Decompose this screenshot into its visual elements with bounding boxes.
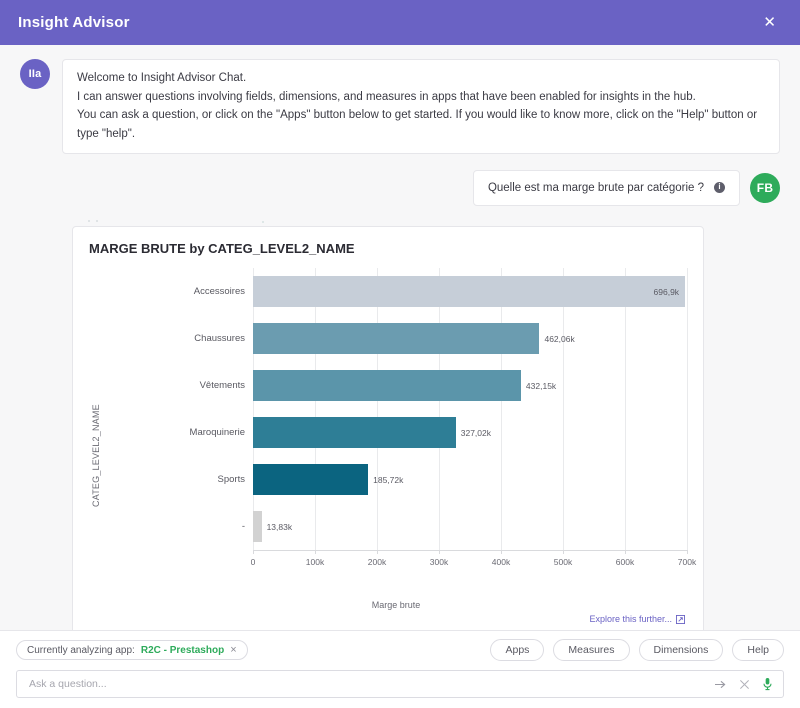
chart-bar-track: 327,02k: [253, 409, 687, 456]
chart-bar[interactable]: [253, 417, 456, 449]
chart-bar[interactable]: 696,9k: [253, 276, 686, 308]
microphone-icon[interactable]: [762, 677, 773, 691]
bot-avatar-label: IIa: [28, 68, 42, 80]
info-icon[interactable]: i: [714, 182, 725, 194]
chart-bar-row[interactable]: Maroquinerie 327,02k: [105, 409, 687, 456]
apps-button[interactable]: Apps: [490, 639, 545, 661]
chart-axis-tick: [625, 550, 626, 555]
bottom-toolbar-top-row: Currently analyzing app: R2C - Prestasho…: [16, 639, 784, 661]
mic-icon: [763, 678, 772, 691]
welcome-line-3: You can ask a question, or click on the …: [77, 109, 758, 140]
chart-axis-tick: [315, 550, 316, 555]
chart-axis-left-pad: [105, 550, 253, 580]
chart-axis-tick-label: 500k: [553, 557, 573, 568]
chart-bars-container: Accessoires 696,9k Chaussures 462,06k Vêteme…: [105, 268, 688, 551]
chart-x-axis-ticks: 0 100k 200k 300k 400k 500k 600k 700k: [250, 550, 696, 580]
chart-bar[interactable]: [253, 370, 521, 402]
close-icon: [740, 679, 749, 689]
chart-bar-track: 13,83k: [253, 503, 687, 550]
chart-bar-row[interactable]: - 13,83k: [105, 503, 687, 550]
chart-axis-tick-label: 0: [250, 557, 256, 568]
measures-button[interactable]: Measures: [553, 639, 630, 661]
chart-bar-row[interactable]: Chaussures 462,06k: [105, 315, 687, 362]
chart-card: MARGE BRUTE by CATEG_LEVEL2_NAME CATEG_L…: [72, 226, 704, 630]
chart-axis-tick: [501, 550, 502, 555]
chart-axis-tick-label: 600k: [615, 557, 635, 568]
chart-bar-track: 696,9k: [253, 268, 687, 315]
chart-bar-row[interactable]: Sports 185,72k: [105, 456, 687, 503]
user-avatar: FB: [750, 172, 780, 203]
chart-bar-track: 432,15k: [253, 362, 687, 409]
chart-axis-tick-label: 400k: [491, 557, 511, 568]
chart-axis-tick: [563, 550, 564, 555]
chart-plot-body: Accessoires 696,9k Chaussures 462,06k Vêteme…: [105, 268, 696, 611]
explore-further-link-chart[interactable]: Explore this further...: [89, 610, 687, 626]
chart-category-label: -: [241, 521, 245, 533]
chart-x-axis: 0 100k 200k 300k 400k 500k 600k 700k: [105, 550, 696, 580]
current-app-prefix: Currently analyzing app:: [27, 644, 135, 656]
welcome-line-1: Welcome to Insight Advisor Chat.: [77, 72, 247, 84]
chart-bar[interactable]: [253, 511, 262, 543]
chart-category-label: Maroquinerie: [189, 427, 245, 439]
send-icon[interactable]: [714, 679, 727, 690]
chart-bar-row[interactable]: Vêtements 432,15k: [105, 362, 687, 409]
chart-axis-tick: [253, 550, 254, 555]
close-icon[interactable]: ✕: [757, 11, 782, 34]
chart-title: MARGE BRUTE by CATEG_LEVEL2_NAME: [89, 241, 355, 257]
current-app-chip[interactable]: Currently analyzing app: R2C - Prestasho…: [16, 640, 248, 660]
chart-axis-tick: [439, 550, 440, 555]
chart-axis-tick: [687, 550, 688, 555]
chart-bar[interactable]: [253, 464, 369, 496]
dimensions-button[interactable]: Dimensions: [638, 639, 724, 661]
chart-axis-tick-label: 700k: [677, 557, 697, 568]
page-title: Insight Advisor: [18, 14, 130, 31]
chart-category-label: Accessoires: [193, 286, 245, 298]
welcome-bubble: Welcome to Insight Advisor Chat. I can a…: [62, 59, 780, 154]
chart-bar-value-label: 462,06k: [544, 333, 575, 344]
chart-bar-value-label: 327,02k: [460, 427, 491, 438]
chart-axis-tick-label: 100k: [305, 557, 325, 568]
chart-category-label: Sports: [217, 474, 245, 486]
chart-bar-track: 185,72k: [253, 456, 687, 503]
send-arrow-icon: [715, 680, 726, 688]
user-avatar-label: FB: [756, 180, 774, 195]
welcome-message-row: IIa Welcome to Insight Advisor Chat. I c…: [20, 59, 780, 154]
chart-bar-value-label: 13,83k: [266, 521, 293, 532]
user-message-row: Quelle est ma marge brute par catégorie …: [20, 169, 780, 207]
chart-bar-track: 462,06k: [253, 315, 687, 362]
chat-scroll-area[interactable]: IIa Welcome to Insight Advisor Chat. I c…: [0, 45, 800, 630]
chart-x-axis-label: Marge brute: [371, 600, 421, 611]
chart-bar[interactable]: [253, 323, 540, 355]
chart-plot-wrapper: CATEG_LEVEL2_NAME Accessoires 696,9k Chaus…: [89, 268, 696, 611]
chart-axis-tick-label: 200k: [367, 557, 387, 568]
loading-dots-artifact: [72, 218, 780, 226]
chart-axis-tick: [377, 550, 378, 555]
insight-advisor-window: Insight Advisor ✕ IIa Welcome to Insight…: [0, 0, 800, 708]
search-input[interactable]: [27, 677, 702, 691]
chart-category-label: Vêtements: [199, 380, 245, 392]
user-message-text: Quelle est ma marge brute par catégorie …: [487, 181, 704, 194]
explore-further-label-chart: Explore this further...: [589, 614, 672, 625]
help-button[interactable]: Help: [732, 639, 784, 661]
external-link-icon: [676, 614, 685, 624]
chart-axis-line: [253, 550, 687, 552]
current-app-name: R2C - Prestashop: [140, 644, 225, 656]
user-message-bubble: Quelle est ma marge brute par catégorie …: [472, 169, 740, 207]
chart-bar-row[interactable]: Accessoires 696,9k: [105, 268, 687, 315]
chart-y-axis-label: CATEG_LEVEL2_NAME: [91, 404, 101, 508]
chart-category-label: Chaussures: [194, 333, 245, 345]
chart-bar-value-label: 185,72k: [373, 474, 404, 485]
remove-app-icon[interactable]: ×: [230, 644, 236, 656]
chart-axis-tick-label: 300k: [429, 557, 449, 568]
chart-bar-value-label: 696,9k: [653, 286, 680, 297]
window-titlebar: Insight Advisor ✕: [0, 0, 800, 45]
bottom-toolbar: Currently analyzing app: R2C - Prestasho…: [0, 630, 800, 708]
bot-avatar: IIa: [20, 59, 50, 89]
chart-bar-value-label: 432,15k: [525, 380, 557, 391]
info-icon-label: i: [718, 182, 721, 192]
ask-question-bar[interactable]: [16, 670, 784, 698]
clear-input-icon[interactable]: [739, 679, 750, 690]
welcome-line-2: I can answer questions involving fields,…: [77, 90, 696, 103]
